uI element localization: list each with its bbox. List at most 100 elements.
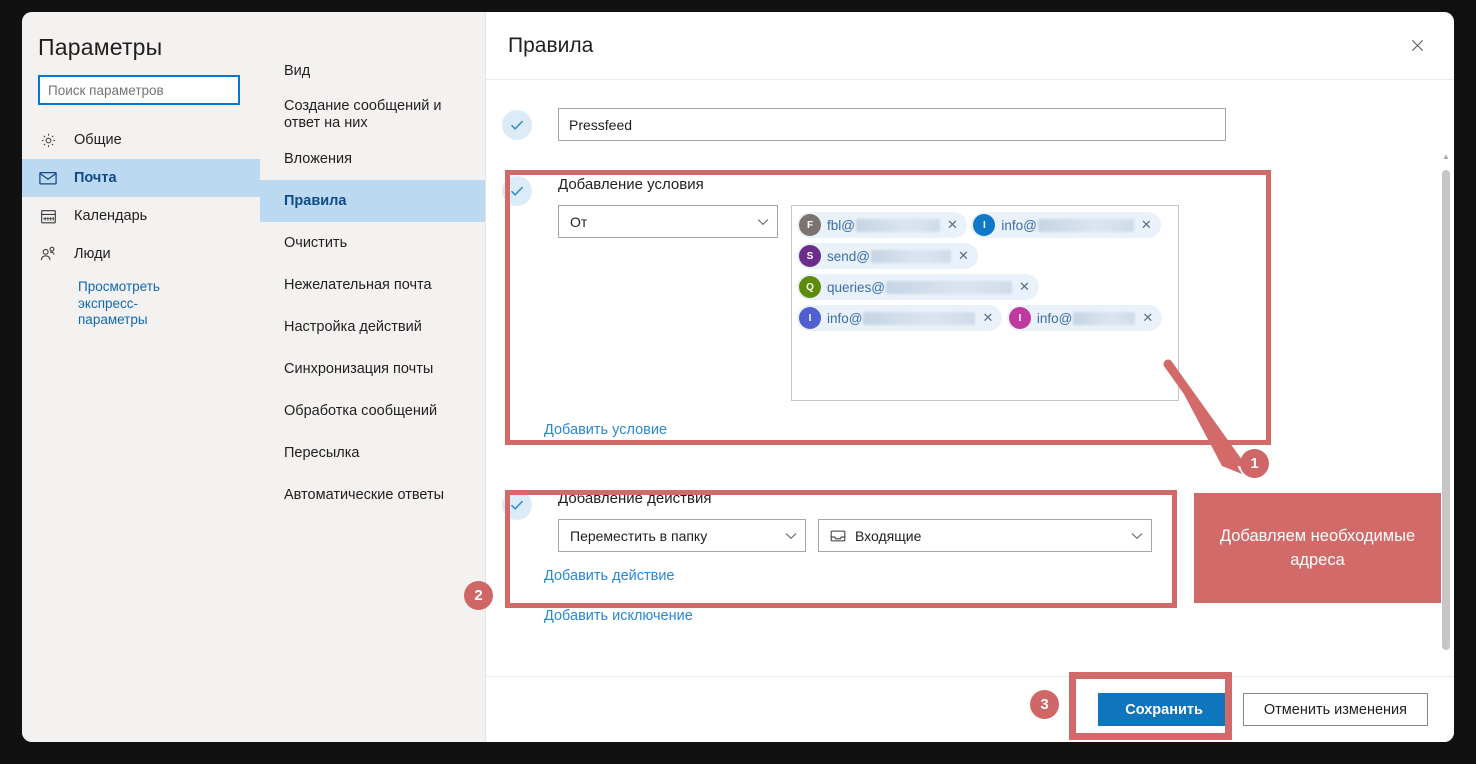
chevron-down-icon <box>1131 532 1143 540</box>
remove-recipient-icon[interactable]: ✕ <box>955 248 976 264</box>
condition-row: От F fbl@ ✕ I info@ ✕ S send@ ✕ Q querie… <box>558 205 1179 401</box>
redacted-text <box>855 218 940 232</box>
page-title: Правила <box>508 33 594 57</box>
screenshot-root: Параметры Общие <box>0 0 1476 764</box>
condition-field-dropdown[interactable]: От <box>558 205 778 238</box>
check-icon <box>502 176 532 206</box>
subnav-item-automatic-replies[interactable]: Автоматические ответы <box>260 474 485 516</box>
recipient-chip[interactable]: S send@ ✕ <box>797 243 978 269</box>
sidebar-item-label: Почта <box>74 170 117 186</box>
action-block: Добавление действия Переместить в папку <box>502 476 1162 564</box>
avatar: S <box>799 245 821 267</box>
condition-heading: Добавление условия <box>558 176 704 193</box>
recipient-email: info@ <box>821 311 979 326</box>
scrollbar-thumb[interactable] <box>1442 170 1450 650</box>
cancel-button[interactable]: Отменить изменения <box>1242 693 1428 726</box>
subnav-item-sync-email[interactable]: Синхронизация почты <box>260 348 485 390</box>
action-row: Переместить в папку Входящие <box>558 519 1152 552</box>
close-icon[interactable] <box>1402 31 1432 61</box>
vertical-scrollbar[interactable]: ▲ ▼ <box>1438 148 1454 650</box>
add-exception-link[interactable]: Добавить исключение <box>544 608 1454 624</box>
save-button[interactable]: Сохранить <box>1098 693 1230 726</box>
mail-icon <box>38 168 58 188</box>
rule-name-input[interactable] <box>558 108 1226 141</box>
calendar-icon <box>38 206 58 226</box>
subnav-item-compose-reply[interactable]: Создание сообщений и ответ на них <box>260 92 485 138</box>
action-heading: Добавление действия <box>558 490 712 507</box>
subnav-item-junk-email[interactable]: Нежелательная почта <box>260 264 485 306</box>
recipient-email: info@ <box>1031 311 1139 326</box>
recipient-email: send@ <box>821 249 955 264</box>
avatar: I <box>799 307 821 329</box>
subnav-item-customize-actions[interactable]: Настройка действий <box>260 306 485 348</box>
avatar: F <box>799 214 821 236</box>
subnav-item-view[interactable]: Вид <box>260 50 485 92</box>
gear-icon <box>38 130 58 150</box>
redacted-text <box>885 280 1012 294</box>
avatar: I <box>1008 307 1031 329</box>
redacted-text <box>1073 311 1136 325</box>
panel-header: Правила <box>486 12 1454 80</box>
rules-panel: Правила Pressfeed Добавление условия От … <box>486 12 1454 742</box>
add-condition-link[interactable]: Добавить условие <box>544 422 1454 438</box>
recipient-email: queries@ <box>821 280 1016 295</box>
recipient-chip[interactable]: I info@ ✕ <box>971 212 1161 238</box>
sidebar-item-mail[interactable]: Почта <box>22 159 260 197</box>
remove-recipient-icon[interactable]: ✕ <box>1138 217 1159 233</box>
people-icon <box>38 244 58 264</box>
recipient-chip[interactable]: Q queries@ ✕ <box>797 274 1039 300</box>
subnav-item-message-handling[interactable]: Обработка сообщений <box>260 390 485 432</box>
condition-body: Добавление условия От F fbl@ ✕ I info@ ✕… <box>558 176 1179 401</box>
panel-body: Добавление условия От F <box>486 80 1454 676</box>
chevron-down-icon <box>785 532 797 540</box>
subnav-item-attachments[interactable]: Вложения <box>260 138 485 180</box>
quick-settings-link[interactable]: Просмотреть экспресс-параметры <box>22 273 172 329</box>
check-icon <box>502 490 532 520</box>
remove-recipient-icon[interactable]: ✕ <box>944 217 965 233</box>
settings-window: Параметры Общие <box>22 12 1454 742</box>
mail-subnav: Вид Создание сообщений и ответ на них Вл… <box>260 12 486 742</box>
inbox-icon <box>830 529 846 543</box>
chevron-down-icon <box>757 218 769 226</box>
remove-recipient-icon[interactable]: ✕ <box>1139 310 1160 326</box>
subnav-item-sweep[interactable]: Очистить <box>260 222 485 264</box>
redacted-text <box>1037 218 1134 232</box>
remove-recipient-icon[interactable]: ✕ <box>1016 279 1037 295</box>
panel-footer: Сохранить Отменить изменения <box>486 676 1454 742</box>
recipient-email: info@ <box>995 218 1137 233</box>
search-container <box>22 61 260 105</box>
sidebar-item-label: Люди <box>74 246 111 262</box>
remove-recipient-icon[interactable]: ✕ <box>979 310 1000 326</box>
subnav-item-forwarding[interactable]: Пересылка <box>260 432 485 474</box>
action-type-dropdown[interactable]: Переместить в папку <box>558 519 806 552</box>
avatar: I <box>973 214 996 236</box>
check-icon <box>502 109 532 140</box>
scroll-up-icon[interactable]: ▲ <box>1442 148 1450 164</box>
rule-name-row <box>486 108 1454 141</box>
sidebar-item-people[interactable]: Люди <box>22 235 260 273</box>
redacted-text <box>870 249 951 263</box>
recipient-chip[interactable]: I info@ ✕ <box>797 305 1003 331</box>
scrollbar-track[interactable] <box>1438 164 1454 650</box>
search-input[interactable] <box>38 75 240 105</box>
recipients-field[interactable]: F fbl@ ✕ I info@ ✕ S send@ ✕ Q queries@ … <box>791 205 1179 401</box>
avatar: Q <box>799 276 821 298</box>
action-folder-value: Входящие <box>855 527 922 544</box>
condition-field-value: От <box>570 213 588 230</box>
redacted-text <box>863 311 976 325</box>
action-folder-dropdown[interactable]: Входящие <box>818 519 1152 552</box>
settings-title: Параметры <box>38 34 163 60</box>
sidebar-item-label: Календарь <box>74 208 148 224</box>
sidebar-item-general[interactable]: Общие <box>22 121 260 159</box>
action-body: Добавление действия Переместить в папку <box>558 490 1152 552</box>
action-type-value: Переместить в папку <box>570 527 708 544</box>
subnav-item-rules[interactable]: Правила <box>260 180 485 222</box>
settings-sidebar: Параметры Общие <box>22 12 260 742</box>
sidebar-item-calendar[interactable]: Календарь <box>22 197 260 235</box>
recipient-chip[interactable]: F fbl@ ✕ <box>797 212 967 238</box>
add-action-link[interactable]: Добавить действие <box>544 568 1454 584</box>
settings-nav-list: Общие Почта Календарь Люди Просмотреть э… <box>22 121 260 329</box>
recipient-chip[interactable]: I info@ ✕ <box>1006 305 1163 331</box>
recipient-email: fbl@ <box>821 218 944 233</box>
sidebar-item-label: Общие <box>74 132 122 148</box>
